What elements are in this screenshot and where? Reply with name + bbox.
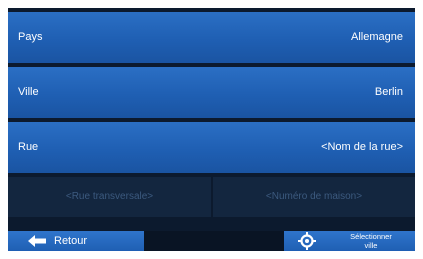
country-label: Pays <box>18 31 43 43</box>
street-label: Rue <box>18 141 39 153</box>
back-label: Retour <box>54 235 88 247</box>
city-row[interactable]: Ville Berlin <box>8 67 415 120</box>
street-value: <Nom de la rue> <box>321 141 403 153</box>
house-number-label: <Numéro de maison> <box>265 191 363 202</box>
cross-street-button: <Rue transversale> <box>8 177 211 217</box>
country-row[interactable]: Pays Allemagne <box>8 12 415 65</box>
city-value: Berlin <box>374 86 403 98</box>
cross-street-label: <Rue transversale> <box>65 191 154 202</box>
select-city-label-line1: Sélectionner <box>350 232 392 241</box>
crosshair-icon <box>298 232 316 250</box>
select-city-label-line2: ville <box>364 241 378 250</box>
country-value: Allemagne <box>351 31 403 43</box>
back-button[interactable]: Retour <box>8 231 144 251</box>
street-row[interactable]: Rue <Nom de la rue> <box>8 122 415 175</box>
select-city-label: Sélectionner ville <box>336 232 406 250</box>
city-label: Ville <box>18 86 39 98</box>
select-city-button[interactable]: Sélectionner ville <box>284 231 415 251</box>
address-entry-screen: Pays Allemagne Ville Berlin Rue <Nom de … <box>8 8 415 251</box>
house-number-button: <Numéro de maison> <box>213 177 415 217</box>
bottom-bar-spacer <box>144 231 284 251</box>
left-arrow-icon <box>28 235 46 247</box>
